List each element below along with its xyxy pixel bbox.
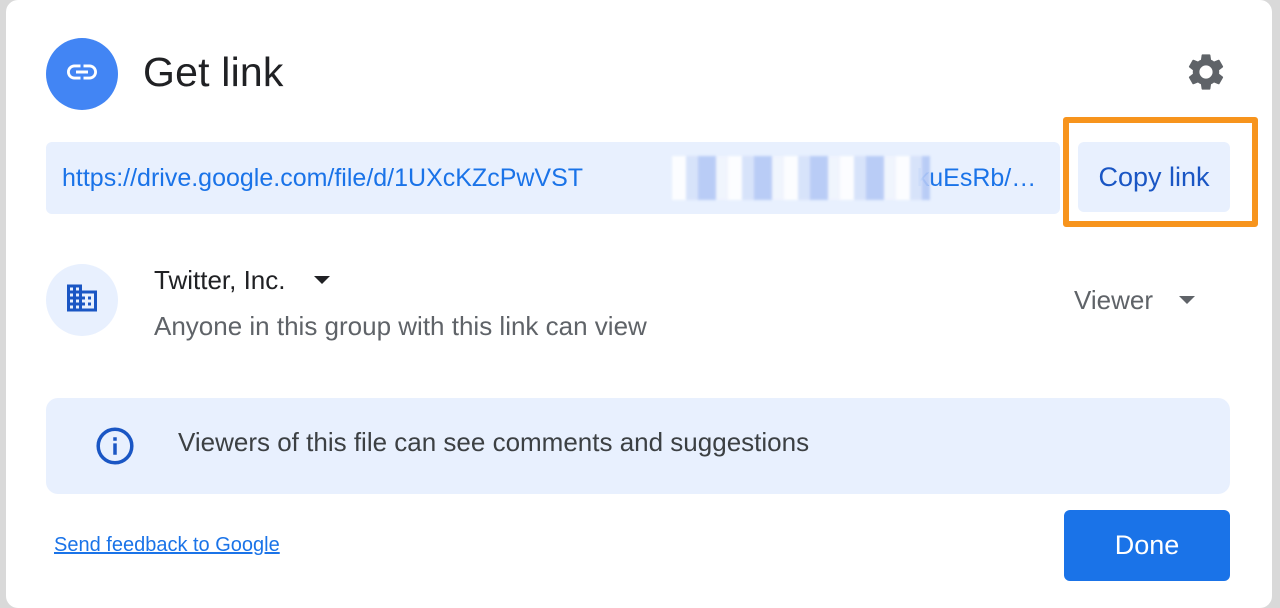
- role-selector[interactable]: Viewer: [1074, 282, 1196, 318]
- chevron-down-icon: [313, 276, 330, 284]
- link-badge: [46, 38, 118, 110]
- info-icon: [94, 425, 136, 467]
- info-text: Viewers of this file can see comments an…: [178, 427, 810, 457]
- group-selector[interactable]: Twitter, Inc.: [154, 262, 330, 298]
- group-name: Twitter, Inc.: [154, 265, 286, 295]
- role-label: Viewer: [1074, 285, 1154, 315]
- info-banner: Viewers of this file can see comments an…: [46, 398, 1230, 494]
- access-description: Anyone in this group with this link can …: [154, 311, 647, 341]
- building-icon: [64, 280, 100, 321]
- gear-icon: [1184, 50, 1228, 99]
- send-feedback-link[interactable]: Send feedback to Google: [54, 534, 280, 557]
- group-badge: [46, 264, 118, 336]
- link-url-field[interactable]: https://drive.google.com/file/d/1UXcKZcP…: [46, 142, 1060, 214]
- dialog-title: Get link: [143, 49, 284, 95]
- get-link-dialog: Get link https://drive.google.com/file/d…: [6, 0, 1272, 608]
- link-icon: [64, 54, 100, 95]
- chevron-down-icon: [1179, 296, 1196, 304]
- copy-link-button[interactable]: Copy link: [1078, 142, 1230, 212]
- redacted-blur: [672, 156, 930, 200]
- done-button[interactable]: Done: [1064, 510, 1230, 581]
- settings-button[interactable]: [1182, 50, 1230, 98]
